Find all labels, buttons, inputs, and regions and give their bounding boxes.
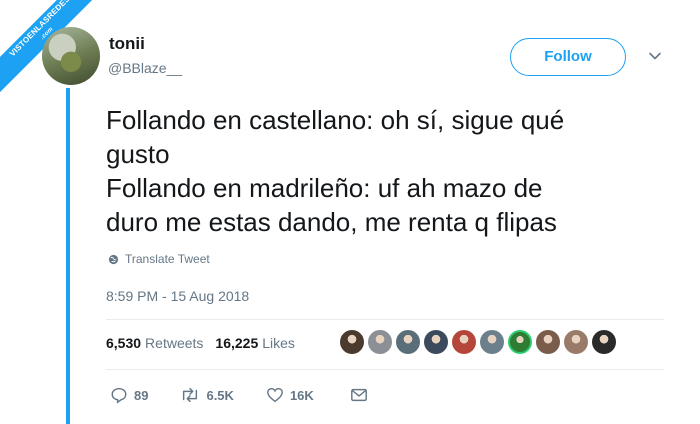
liker-avatar[interactable] [396, 330, 420, 354]
tweet-line: duro me estas dando, me renta q flipas [106, 207, 557, 237]
liker-avatar[interactable] [480, 330, 504, 354]
translate-label: Translate Tweet [125, 252, 210, 266]
user-handle[interactable]: @BBlaze__ [108, 60, 182, 76]
action-bar: 89 6.5K 16K [110, 386, 374, 404]
accent-bar [66, 88, 70, 424]
translate-tweet-link[interactable]: Translate Tweet [108, 252, 210, 266]
reply-button[interactable]: 89 [110, 386, 148, 404]
divider [106, 319, 664, 320]
display-name[interactable]: tonii [109, 34, 145, 54]
like-button[interactable]: 16K [266, 386, 314, 404]
avatar[interactable] [42, 27, 100, 85]
liker-avatar[interactable] [340, 330, 364, 354]
liker-avatar[interactable] [368, 330, 392, 354]
tweet-stats: 6,530 Retweets 16,225 Likes [106, 335, 307, 351]
globe-icon [108, 254, 119, 264]
divider [106, 369, 664, 370]
tweet-line: Follando en madrileño: uf ah mazo de [106, 173, 543, 203]
timestamp[interactable]: 8:59 PM - 15 Aug 2018 [106, 288, 249, 304]
liker-avatar[interactable] [536, 330, 560, 354]
reply-count: 89 [134, 387, 149, 403]
retweet-icon [183, 387, 198, 403]
retweet-count: 6.5K [206, 387, 234, 403]
liker-avatar[interactable] [592, 330, 616, 354]
retweets-label[interactable]: Retweets [145, 335, 203, 351]
tweet-line: gusto [106, 139, 170, 169]
tweet-text: Follando en castellano: oh sí, sigue qué… [106, 103, 676, 239]
envelope-icon [350, 388, 367, 402]
chevron-down-icon[interactable] [647, 48, 663, 64]
liker-avatar[interactable] [424, 330, 448, 354]
liker-avatars [340, 330, 620, 354]
liker-avatar[interactable] [508, 330, 532, 354]
heart-icon [267, 387, 283, 403]
tweet-line: Follando en castellano: oh sí, sigue qué [106, 105, 565, 135]
direct-message-button[interactable] [350, 387, 374, 403]
like-count: 16K [289, 387, 314, 403]
retweet-button[interactable]: 6.5K [180, 386, 234, 404]
follow-button[interactable]: Follow [510, 38, 626, 76]
retweets-count[interactable]: 6,530 [106, 335, 141, 351]
likes-label[interactable]: Likes [262, 335, 295, 351]
likes-count[interactable]: 16,225 [215, 335, 258, 351]
liker-avatar[interactable] [564, 330, 588, 354]
reply-icon [111, 387, 127, 404]
liker-avatar[interactable] [452, 330, 476, 354]
